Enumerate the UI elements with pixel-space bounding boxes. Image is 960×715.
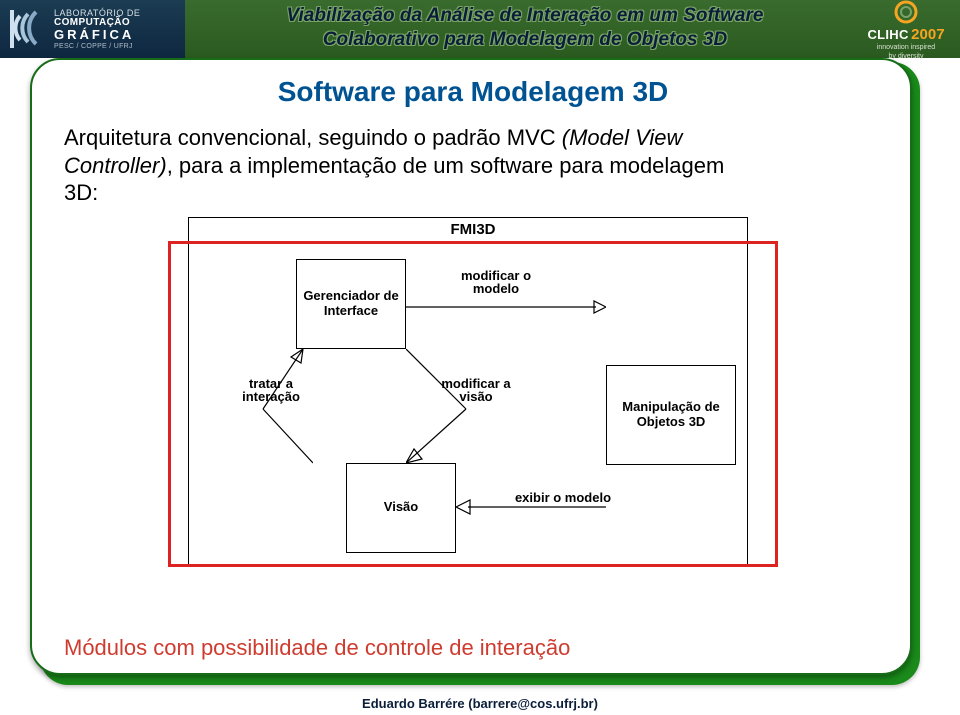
logo-left-line2: COMPUTAÇÃO — [54, 18, 140, 28]
box-manipulacao: Manipulação de Objetos 3D — [606, 365, 736, 465]
box-visao: Visão — [346, 463, 456, 553]
logo-left-subline: PESC / COPPE / UFRJ — [54, 43, 140, 50]
slide-header: LABORATÓRIO DE COMPUTAÇÃO GRÁFICA PESC /… — [0, 0, 960, 58]
logo-left-line3: GRÁFICA — [54, 28, 140, 41]
content-area: Software para Modelagem 3D Arquitetura c… — [40, 62, 920, 685]
box-gerenciador: Gerenciador de Interface — [296, 259, 406, 349]
body-line1-prefix: Arquitetura convencional, seguindo o pad… — [64, 125, 562, 150]
header-title-line1: Viabilização da Análise de Interação em … — [287, 5, 764, 26]
body-line1-italic: (Model View — [562, 125, 683, 150]
section-title: Software para Modelagem 3D — [64, 76, 882, 108]
body-line2-suffix: , para a implementação de um software pa… — [167, 153, 725, 178]
diagram-title: FMI3D — [158, 221, 788, 238]
clihc-swirl-icon — [892, 0, 920, 26]
footer: Eduardo Barrére (barrere@cos.ufrj.br) — [0, 696, 960, 711]
label-tratar-interacao: tratar a interação — [226, 377, 316, 404]
content-card: Software para Modelagem 3D Arquitetura c… — [30, 58, 912, 675]
diagram: FMI3D Gerenciador de Interface Manipulaç… — [158, 215, 788, 585]
clihc-title: CLIHC — [867, 27, 908, 42]
body-line3: 3D: — [64, 180, 98, 205]
label-modificar-modelo: modificar o modelo — [446, 269, 546, 296]
logo-right: CLIHC 2007 innovation inspired by divers… — [856, 2, 956, 56]
lcg-logo-icon — [6, 8, 48, 50]
label-modificar-visao: modificar a visão — [426, 377, 526, 404]
clihc-year: 2007 — [911, 26, 944, 43]
clihc-tagline2: by diversity — [888, 53, 923, 60]
label-exibir-modelo: exibir o modelo — [508, 491, 618, 505]
body-line2-italic: Controller) — [64, 153, 167, 178]
header-title: Viabilização da Análise de Interação em … — [200, 4, 850, 52]
logo-left: LABORATÓRIO DE COMPUTAÇÃO GRÁFICA PESC /… — [0, 0, 185, 58]
header-title-line2: Colaborativo para Modelagem de Objetos 3… — [323, 29, 727, 50]
bottom-note: Módulos com possibilidade de controle de… — [64, 635, 570, 661]
clihc-tagline1: innovation inspired — [877, 44, 935, 51]
body-text: Arquitetura convencional, seguindo o pad… — [64, 124, 882, 207]
